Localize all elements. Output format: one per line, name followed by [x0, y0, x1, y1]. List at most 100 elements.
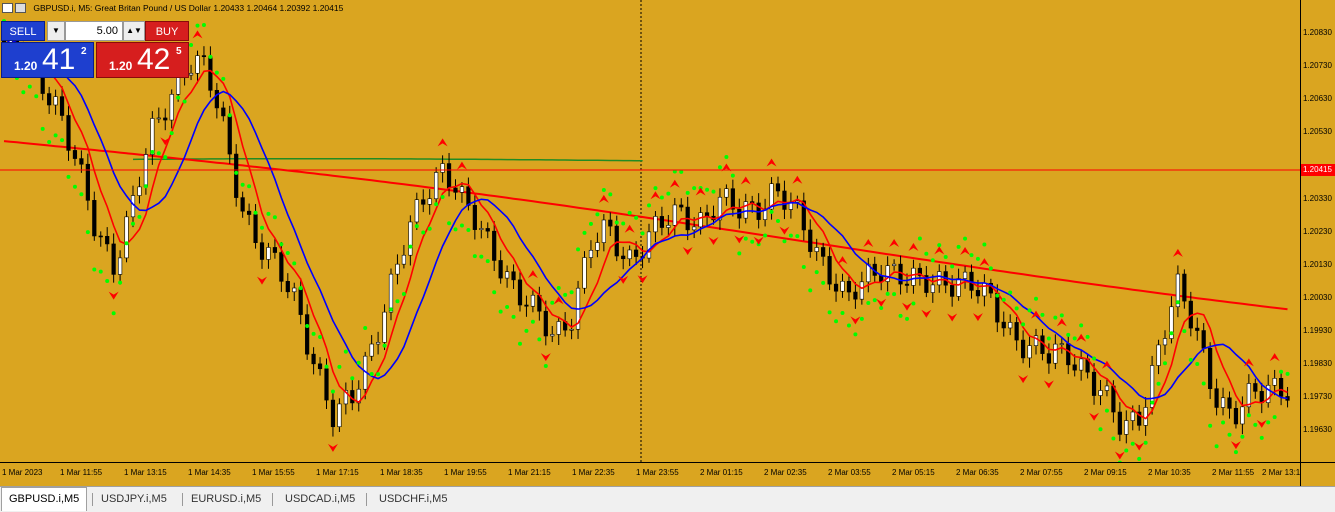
psar-dot — [685, 190, 690, 195]
psar-dot — [588, 221, 593, 226]
candle-body — [1227, 397, 1232, 409]
psar-dot — [260, 225, 264, 230]
psar-dot — [582, 230, 587, 235]
psar-dot — [1098, 427, 1103, 432]
psar-dot — [479, 254, 484, 259]
psar-dot — [53, 133, 58, 138]
fractal-down-marker — [850, 316, 861, 325]
fractal-up-marker — [669, 179, 680, 188]
fractal-up-marker — [598, 194, 609, 203]
fractal-up-marker — [650, 191, 661, 200]
psar-dot — [169, 131, 174, 136]
candle-body — [272, 247, 278, 253]
tab-usdchf[interactable]: USDCHF.i,M5 — [372, 489, 454, 509]
psar-dot — [1137, 456, 1142, 461]
candle-body — [375, 342, 381, 345]
candle-body — [292, 287, 297, 293]
candle-body — [1272, 378, 1277, 386]
candle-body — [530, 294, 535, 307]
psar-dot — [911, 301, 916, 306]
price-axis[interactable]: 1.20830 1.20730 1.20630 1.20530 1.20330 … — [1300, 0, 1335, 462]
candle-body — [240, 197, 245, 212]
tab-usdjpy[interactable]: USDJPY.i,M5 — [94, 489, 174, 509]
candle-body — [846, 280, 852, 293]
time-label: 1 Mar 19:55 — [444, 468, 487, 477]
fractal-down-marker — [1043, 380, 1054, 389]
chart-properties-icon[interactable] — [15, 2, 26, 13]
tab-usdcad[interactable]: USDCAD.i,M5 — [278, 489, 362, 509]
ma-blue-line — [3, 38, 1288, 400]
psar-dot — [859, 316, 864, 321]
psar-dot — [195, 23, 200, 28]
candle-body — [388, 273, 394, 313]
psar-dot — [1104, 408, 1109, 413]
chart-area[interactable]: GBPUSD.i, M5: Great Britan Pound / US Do… — [0, 0, 1300, 462]
psar-dot — [601, 188, 606, 193]
candle-body — [556, 321, 561, 335]
candle-body — [1066, 343, 1071, 366]
psar-dot — [137, 214, 142, 219]
psar-dot — [305, 323, 310, 328]
tab-eurusd[interactable]: EURUSD.i,M5 — [184, 489, 268, 509]
psar-dot — [795, 234, 800, 239]
candle-body — [1156, 344, 1161, 366]
candle-body — [1091, 371, 1097, 396]
fractal-down-marker — [257, 276, 267, 285]
ma-green-line — [132, 157, 643, 162]
fractal-down-marker — [1230, 441, 1241, 450]
psar-dot — [776, 218, 780, 223]
candle-body — [588, 249, 594, 258]
candle-body — [337, 403, 342, 428]
time-axis[interactable]: 1 Mar 2023 1 Mar 11:55 1 Mar 13:15 1 Mar… — [0, 462, 1305, 486]
candle-body — [911, 267, 916, 286]
fractal-up-marker — [792, 175, 803, 184]
candle-body — [421, 199, 426, 205]
chart-window-icon[interactable] — [2, 2, 13, 13]
fractal-down-marker — [902, 302, 912, 311]
candle-body — [679, 204, 684, 208]
candle-body — [614, 225, 619, 257]
tab-gbpusd[interactable]: GBPUSD.i,M5 — [1, 487, 88, 511]
buy-quote[interactable]: 1.20 42 5 — [96, 42, 189, 78]
candle-body — [169, 94, 174, 121]
sell-button[interactable]: SELL — [1, 21, 45, 41]
candle-body — [1259, 391, 1264, 403]
candle-body — [1214, 388, 1219, 408]
psar-dot — [1279, 369, 1284, 374]
price-label: 1.20730 — [1303, 61, 1332, 70]
price-chart[interactable] — [0, 0, 1300, 462]
time-label: 1 Mar 17:15 — [316, 468, 359, 477]
psar-dot — [1240, 434, 1245, 439]
dropdown-arrow-icon[interactable]: ▼ — [47, 21, 65, 41]
fractal-up-marker — [695, 187, 706, 196]
psar-dot — [427, 226, 432, 231]
psar-dot — [401, 292, 406, 297]
candle-body — [1195, 327, 1200, 331]
candle-body — [446, 163, 452, 189]
candle-body — [427, 198, 432, 205]
fractal-up-marker — [1101, 360, 1112, 369]
buy-button[interactable]: BUY — [145, 21, 189, 41]
fractal-up-marker — [740, 176, 751, 185]
candle-body — [382, 311, 387, 343]
psar-dot — [498, 309, 503, 314]
psar-dot — [711, 189, 716, 194]
time-label: 1 Mar 2023 — [2, 468, 43, 477]
fractal-up-marker — [960, 246, 971, 255]
psar-dot — [1195, 362, 1200, 367]
fractal-up-marker — [934, 246, 945, 255]
psar-dot — [382, 343, 387, 348]
candle-body — [1162, 338, 1168, 346]
psar-dot — [821, 280, 826, 285]
candle-body — [646, 231, 652, 259]
psar-dot — [247, 184, 252, 189]
sell-quote[interactable]: 1.20 41 2 — [1, 42, 94, 78]
candle-body — [156, 117, 161, 120]
psar-dot — [292, 261, 297, 266]
psar-dot — [434, 202, 439, 207]
lot-size-input[interactable]: 5.00 — [65, 21, 123, 41]
lot-stepper[interactable]: ▲▼ — [123, 21, 145, 41]
psar-dot — [950, 264, 955, 269]
price-label: 1.20230 — [1303, 227, 1332, 236]
psar-dot — [279, 242, 284, 247]
